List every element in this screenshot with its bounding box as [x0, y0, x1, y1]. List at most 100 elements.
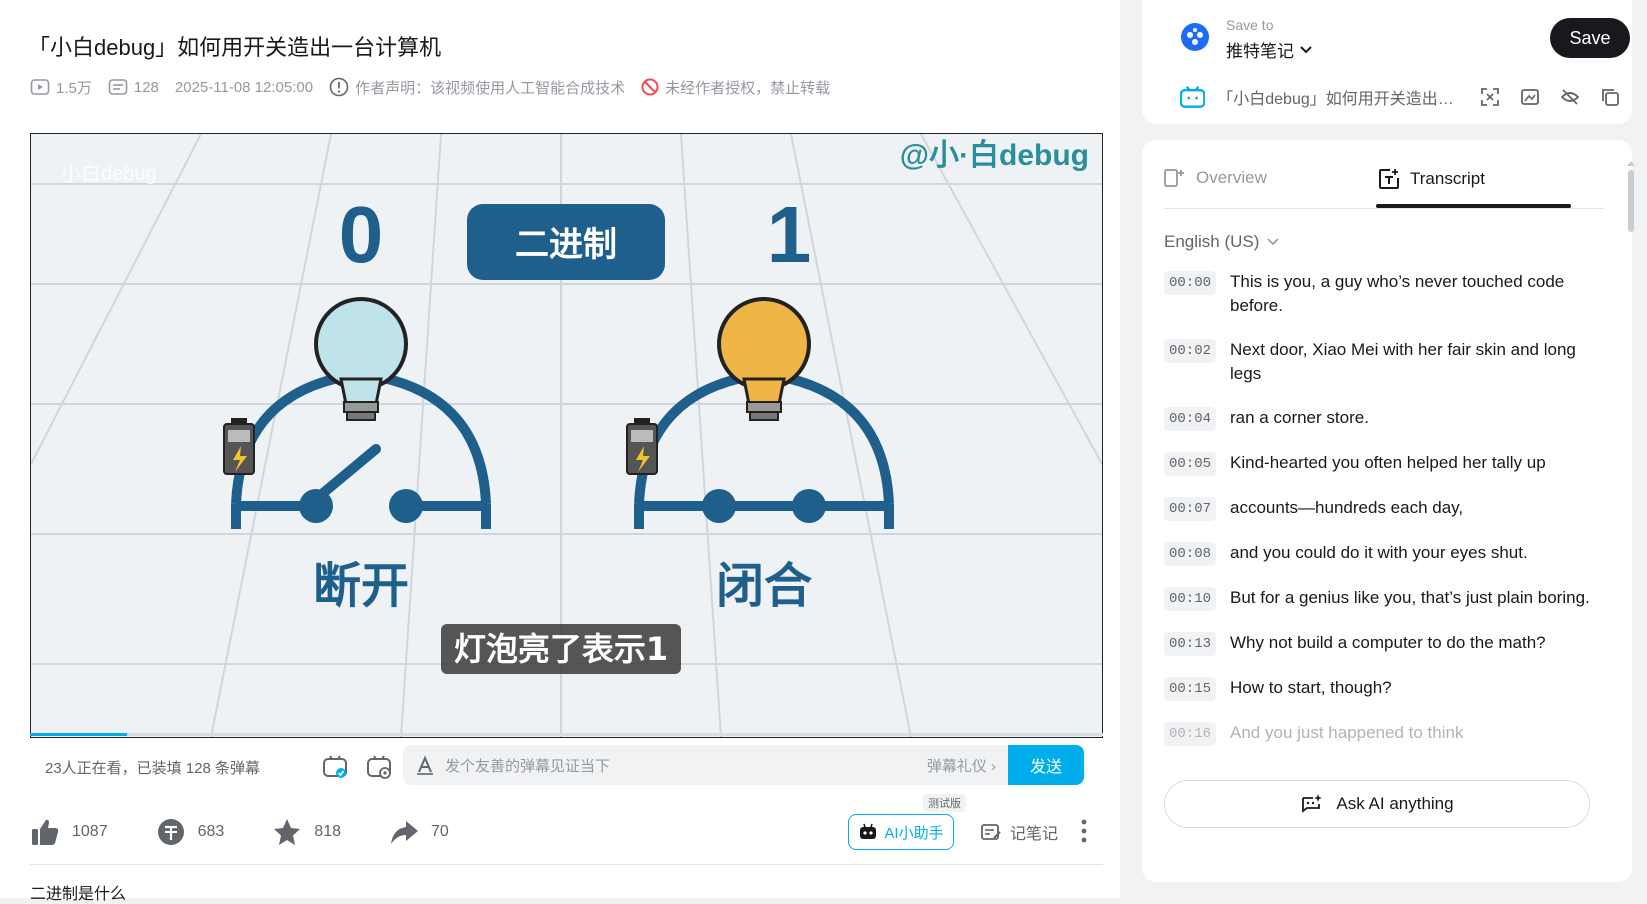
transcript-line[interactable]: 00:08 and you could do it with your eyes …: [1164, 541, 1604, 566]
ask-ai-label: Ask AI anything: [1336, 794, 1454, 813]
transcript-text: This is you, a guy who’s never touched c…: [1230, 272, 1565, 315]
hide-icon[interactable]: [1560, 87, 1580, 107]
transcript-timestamp[interactable]: 00:07: [1164, 497, 1217, 521]
video-title: 「小白debug」如何用开关造出一台计算机: [28, 35, 442, 60]
transcript-line[interactable]: 00:05 Kind-hearted you often helped her t…: [1164, 451, 1604, 476]
screenshot-icon[interactable]: [1520, 87, 1540, 107]
like-button[interactable]: 1087: [30, 817, 108, 847]
ai-notice-text: 作者声明：该视频使用人工智能合成技术: [355, 79, 626, 97]
transcript-text: ran a corner store.: [1230, 408, 1369, 427]
battery-icon-right: [626, 418, 658, 475]
save-button[interactable]: Save: [1550, 18, 1630, 58]
subtitle-text: 灯泡亮了表示1: [454, 630, 668, 668]
ai-assistant-button[interactable]: AI小助手: [848, 814, 954, 850]
save-app-logo: [1180, 22, 1210, 57]
no-repost-notice: 未经作者授权，禁止转载: [641, 77, 830, 98]
thumbs-up-icon: [32, 819, 59, 845]
video-main-column: 「小白debug」如何用开关造出一台计算机 1.5万 128 2025-11-0…: [0, 0, 1120, 903]
info-icon: [329, 77, 349, 97]
transcript-line[interactable]: 00:16 And you just happened to think: [1164, 721, 1604, 746]
transcript-timestamp[interactable]: 00:00: [1164, 271, 1217, 295]
transcript-timestamp[interactable]: 00:10: [1164, 587, 1217, 611]
save-to-selector[interactable]: 推特笔记: [1226, 37, 1312, 62]
save-to-value: 推特笔记: [1226, 42, 1294, 61]
publish-datetime: 2025-11-08 12:05:00: [174, 78, 314, 96]
language-selector[interactable]: English (US): [1164, 232, 1279, 252]
saved-video-title: 「小白debug」如何用开关造出一台计算机: [1217, 91, 1460, 108]
favorite-count: 818: [314, 823, 341, 840]
danmaku-etiquette-link[interactable]: 弹幕礼仪 ›: [927, 755, 996, 776]
transcript-timestamp[interactable]: 00:15: [1164, 677, 1217, 701]
chevron-down-icon: [1300, 45, 1312, 53]
play-count-icon: [30, 79, 50, 95]
views-stat: 1.5万: [30, 77, 92, 98]
extension-side-panel: Save to 推特笔记 Save 「小白debug」如何用开关造出一台计算机 …: [1120, 0, 1647, 898]
transcript-line[interactable]: 00:04 ran a corner store.: [1164, 406, 1604, 431]
chevron-down-icon: [1267, 238, 1279, 246]
video-progress-bar[interactable]: [30, 733, 1103, 736]
transcript-timestamp[interactable]: 00:04: [1164, 407, 1217, 431]
tab-transcript-label: Transcript: [1410, 169, 1485, 188]
views-count: 1.5万: [56, 79, 92, 97]
transcript-line[interactable]: 00:00 This is you, a guy who’s never touc…: [1164, 270, 1604, 318]
share-button[interactable]: 70: [389, 817, 449, 847]
beta-badge: 测试版: [923, 794, 966, 812]
scrollbar-thumb[interactable]: [1628, 170, 1634, 232]
transcript-timestamp[interactable]: 00:05: [1164, 452, 1217, 476]
video-progress-fill: [30, 733, 127, 736]
language-label: English (US): [1164, 232, 1260, 251]
transcript-text: Next door, Xiao Mei with her fair skin a…: [1230, 340, 1576, 383]
transcript-line[interactable]: 00:02 Next door, Xiao Mei with her fair s…: [1164, 338, 1604, 386]
active-tab-indicator: [1376, 204, 1571, 208]
favorite-button[interactable]: 818: [272, 817, 341, 847]
coin-icon: [157, 819, 184, 845]
transcript-text: But for a genius like you, that’s just p…: [1230, 588, 1590, 607]
danmaku-count: 128: [133, 78, 159, 96]
robot-icon: [860, 823, 877, 839]
video-meta-row: 1.5万 128 2025-11-08 12:05:00 作者声明：该视频使用人…: [30, 76, 846, 98]
tab-transcript[interactable]: Transcript: [1378, 168, 1485, 190]
expand-icon[interactable]: [1480, 87, 1500, 107]
transcript-timestamp[interactable]: 00:13: [1164, 632, 1217, 656]
more-options-icon[interactable]: [1080, 818, 1088, 849]
danmaku-input-placeholder: 发个友善的弹幕见证当下: [445, 757, 611, 775]
transcript-lines: 00:00 This is you, a guy who’s never touc…: [1164, 270, 1604, 766]
ask-ai-button[interactable]: Ask AI anything: [1164, 780, 1590, 828]
send-danmaku-button[interactable]: 发送: [1008, 745, 1084, 785]
coin-button[interactable]: 683: [156, 817, 224, 847]
transcript-line[interactable]: 00:10 But for a genius like you, that’s j…: [1164, 586, 1604, 611]
watermark-right: @小·白debug: [900, 139, 1089, 172]
danmaku-toggle-icon[interactable]: [321, 753, 349, 781]
ai-notice: 作者声明：该视频使用人工智能合成技术: [329, 77, 625, 98]
prohibited-icon: [641, 78, 659, 96]
save-to-label: Save to: [1226, 17, 1274, 33]
tab-overview[interactable]: Overview: [1164, 168, 1267, 188]
transcript-line[interactable]: 00:13 Why not build a computer to do the …: [1164, 631, 1604, 656]
danmaku-stat: 128: [108, 78, 159, 96]
transcript-line[interactable]: 00:15 How to start, though?: [1164, 676, 1604, 701]
transcript-text: Kind-hearted you often helped her tally …: [1230, 453, 1546, 472]
copy-icon[interactable]: [1600, 87, 1620, 107]
digit-zero: 0: [339, 190, 384, 279]
digit-one: 1: [767, 190, 812, 279]
transcript-icon: [1379, 169, 1399, 189]
binary-badge: 二进制: [515, 225, 617, 265]
transcript-timestamp[interactable]: 00:08: [1164, 542, 1217, 566]
label-open: 断开: [313, 558, 409, 614]
ai-assistant-label: AI小助手: [884, 824, 944, 842]
transcript-card: Overview Transcript English (US) 00:00 Th…: [1142, 140, 1632, 882]
watermark-left: 小白debug: [61, 162, 157, 185]
transcript-timestamp[interactable]: 00:02: [1164, 339, 1217, 363]
danmaku-count-icon: [108, 79, 128, 95]
danmaku-input[interactable]: 发个友善的弹幕见证当下 弹幕礼仪 ›: [403, 745, 1008, 785]
section-divider: [30, 864, 1103, 865]
panel-tabs: Overview Transcript: [1164, 158, 1604, 209]
take-notes-button[interactable]: 记笔记: [980, 820, 1058, 844]
transcript-line[interactable]: 00:07 accounts—hundreds each day,: [1164, 496, 1604, 521]
danmaku-settings-icon[interactable]: [365, 753, 393, 781]
scroll-up-icon[interactable]: [1627, 160, 1635, 166]
panel-scrollbar[interactable]: [1627, 160, 1635, 880]
text-style-icon[interactable]: [415, 755, 435, 775]
transcript-timestamp[interactable]: 00:16: [1164, 722, 1217, 746]
video-player[interactable]: 小白debug @小·白debug 二进制 0 1 断开 闭合 灯泡亮了表示1: [30, 133, 1103, 738]
